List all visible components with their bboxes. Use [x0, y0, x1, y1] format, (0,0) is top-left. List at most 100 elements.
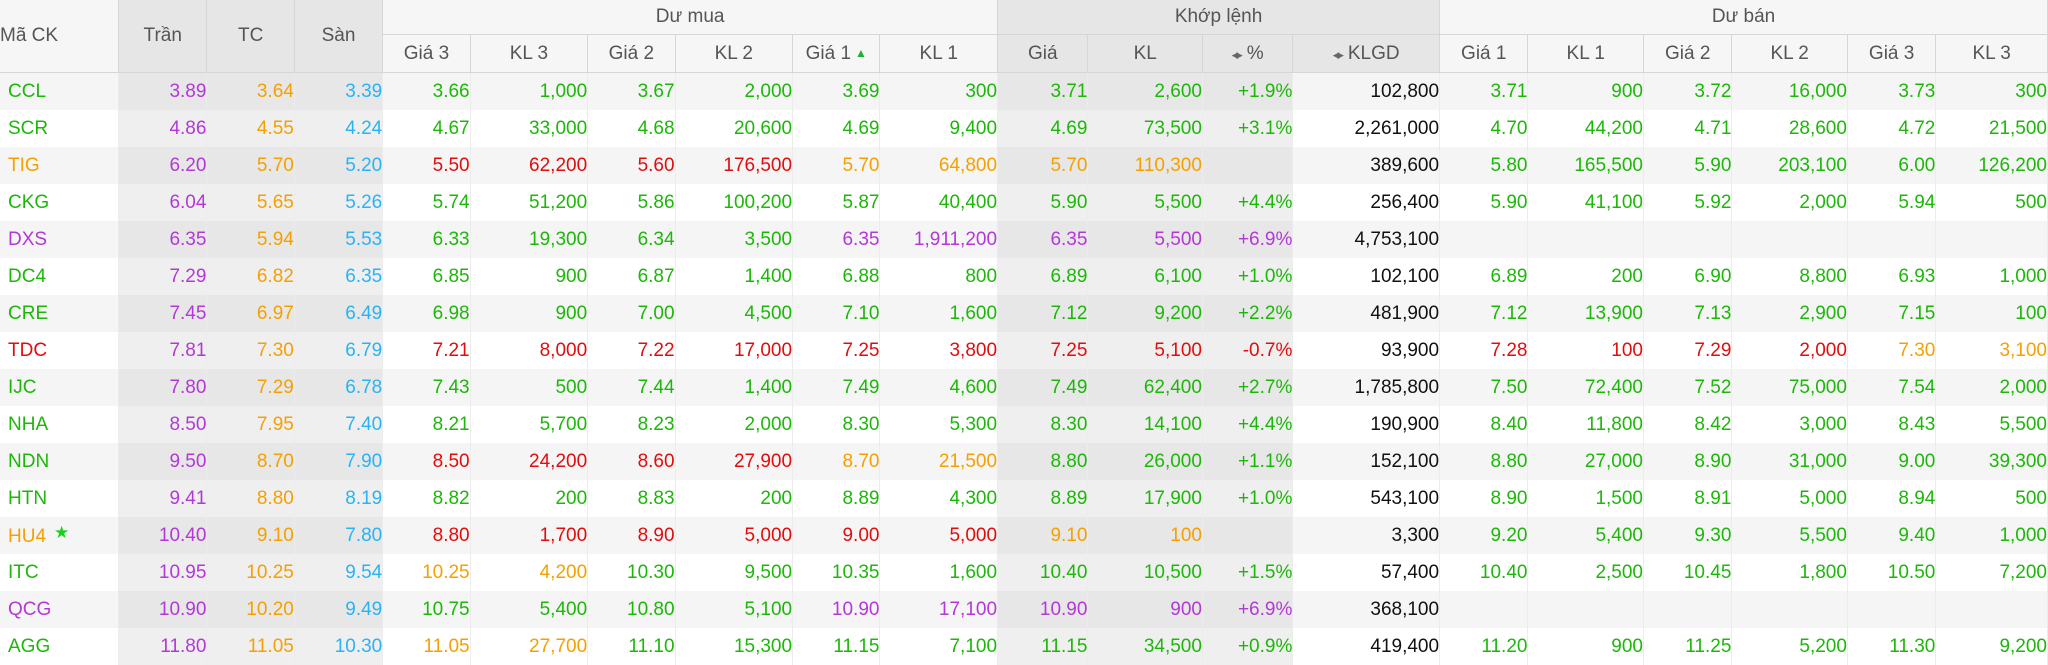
bid-vol-1[interactable]: 7,100 [880, 628, 998, 665]
table-row[interactable]: NHA8.507.957.408.215,7008.232,0008.305,3… [0, 406, 2048, 443]
bid-vol-3[interactable]: 500 [470, 369, 588, 406]
ask-vol-3[interactable]: 39,300 [1936, 443, 2048, 480]
ask-price-2[interactable]: 6.90 [1644, 258, 1732, 295]
header-sell-gia2[interactable]: Giá 2 [1644, 35, 1732, 73]
bid-price-2[interactable]: 6.34 [588, 221, 675, 258]
bid-price-2[interactable]: 5.60 [588, 147, 675, 184]
toggle-arrows-icon[interactable]: ◂▸ [1232, 47, 1241, 63]
table-row[interactable]: QCG10.9010.209.4910.755,40010.805,10010.… [0, 591, 2048, 628]
table-row[interactable]: AGG11.8011.0510.3011.0527,70011.1015,300… [0, 628, 2048, 665]
bid-vol-3[interactable]: 24,200 [470, 443, 588, 480]
ask-vol-1[interactable]: 27,000 [1528, 443, 1644, 480]
ask-price-1[interactable]: 5.80 [1440, 147, 1528, 184]
table-row[interactable]: HTN9.418.808.198.822008.832008.894,3008.… [0, 480, 2048, 517]
bid-vol-3[interactable]: 27,700 [470, 628, 588, 665]
ask-vol-3[interactable]: 21,500 [1936, 110, 2048, 147]
bid-price-3[interactable]: 6.85 [383, 258, 470, 295]
ask-vol-3[interactable]: 500 [1936, 480, 2048, 517]
bid-price-1[interactable]: 8.30 [793, 406, 880, 443]
bid-vol-1[interactable]: 1,600 [880, 554, 998, 591]
bid-price-3[interactable]: 6.33 [383, 221, 470, 258]
ask-vol-2[interactable] [1732, 221, 1848, 258]
bid-vol-2[interactable]: 27,900 [675, 443, 793, 480]
bid-price-1[interactable]: 11.15 [793, 628, 880, 665]
ask-vol-1[interactable]: 11,800 [1528, 406, 1644, 443]
bid-vol-3[interactable]: 5,700 [470, 406, 588, 443]
bid-price-1[interactable]: 5.70 [793, 147, 880, 184]
bid-price-1[interactable]: 6.88 [793, 258, 880, 295]
bid-vol-1[interactable]: 800 [880, 258, 998, 295]
header-match-klgd[interactable]: ◂▸KLGD [1293, 35, 1440, 73]
ask-price-2[interactable]: 11.25 [1644, 628, 1732, 665]
bid-price-1[interactable]: 8.70 [793, 443, 880, 480]
header-match-kl[interactable]: KL [1088, 35, 1203, 73]
header-buy-gia3[interactable]: Giá 3 [383, 35, 470, 73]
bid-price-1[interactable]: 5.87 [793, 184, 880, 221]
ask-price-3[interactable]: 7.54 [1847, 369, 1935, 406]
bid-vol-3[interactable]: 5,400 [470, 591, 588, 628]
ask-vol-1[interactable]: 900 [1528, 628, 1644, 665]
ask-vol-1[interactable]: 13,900 [1528, 295, 1644, 332]
ask-vol-2[interactable]: 2,900 [1732, 295, 1848, 332]
ask-vol-3[interactable]: 7,200 [1936, 554, 2048, 591]
symbol-cell[interactable]: DC4 [0, 258, 119, 295]
bid-price-3[interactable]: 11.05 [383, 628, 470, 665]
ask-vol-1[interactable]: 44,200 [1528, 110, 1644, 147]
bid-price-1[interactable]: 10.35 [793, 554, 880, 591]
ask-price-2[interactable]: 7.13 [1644, 295, 1732, 332]
bid-price-3[interactable]: 5.74 [383, 184, 470, 221]
bid-vol-2[interactable]: 5,100 [675, 591, 793, 628]
ask-price-3[interactable]: 5.94 [1847, 184, 1935, 221]
bid-price-1[interactable]: 3.69 [793, 73, 880, 111]
bid-vol-1[interactable]: 1,911,200 [880, 221, 998, 258]
header-san[interactable]: Sàn [294, 0, 382, 73]
symbol-text[interactable]: HTN [8, 488, 47, 509]
header-buy-gia1[interactable]: Giá 1▲ [793, 35, 880, 73]
ask-price-1[interactable]: 7.50 [1440, 369, 1528, 406]
symbol-cell[interactable]: CRE [0, 295, 119, 332]
bid-vol-2[interactable]: 176,500 [675, 147, 793, 184]
symbol-text[interactable]: TIG [8, 155, 40, 176]
ask-vol-2[interactable]: 1,800 [1732, 554, 1848, 591]
bid-vol-3[interactable]: 8,000 [470, 332, 588, 369]
table-row[interactable]: CKG6.045.655.265.7451,2005.86100,2005.87… [0, 184, 2048, 221]
bid-price-2[interactable]: 8.83 [588, 480, 675, 517]
bid-vol-3[interactable]: 1,000 [470, 73, 588, 111]
ask-vol-2[interactable]: 31,000 [1732, 443, 1848, 480]
symbol-cell[interactable]: CKG [0, 184, 119, 221]
ask-vol-2[interactable]: 5,000 [1732, 480, 1848, 517]
bid-price-2[interactable]: 11.10 [588, 628, 675, 665]
ask-price-1[interactable]: 8.40 [1440, 406, 1528, 443]
header-sell-gia3[interactable]: Giá 3 [1847, 35, 1935, 73]
ask-price-2[interactable]: 7.52 [1644, 369, 1732, 406]
symbol-text[interactable]: HU4 [8, 526, 46, 547]
bid-price-3[interactable]: 10.25 [383, 554, 470, 591]
bid-price-1[interactable]: 7.25 [793, 332, 880, 369]
header-buy-kl1[interactable]: KL 1 [880, 35, 998, 73]
table-row[interactable]: NDN9.508.707.908.5024,2008.6027,9008.702… [0, 443, 2048, 480]
bid-vol-2[interactable]: 3,500 [675, 221, 793, 258]
bid-price-2[interactable]: 8.90 [588, 517, 675, 554]
ask-vol-1[interactable]: 5,400 [1528, 517, 1644, 554]
symbol-text[interactable]: ITC [8, 562, 39, 583]
bid-price-3[interactable]: 3.66 [383, 73, 470, 111]
bid-vol-1[interactable]: 40,400 [880, 184, 998, 221]
symbol-cell[interactable]: QCG [0, 591, 119, 628]
bid-price-3[interactable]: 8.82 [383, 480, 470, 517]
ask-vol-3[interactable]: 1,000 [1936, 258, 2048, 295]
ask-price-3[interactable]: 7.15 [1847, 295, 1935, 332]
ask-vol-3[interactable]: 126,200 [1936, 147, 2048, 184]
bid-price-3[interactable]: 10.75 [383, 591, 470, 628]
bid-price-3[interactable]: 6.98 [383, 295, 470, 332]
ask-price-1[interactable]: 5.90 [1440, 184, 1528, 221]
ask-price-1[interactable] [1440, 221, 1528, 258]
ask-price-1[interactable]: 6.89 [1440, 258, 1528, 295]
bid-price-3[interactable]: 8.21 [383, 406, 470, 443]
table-row[interactable]: DC47.296.826.356.859006.871,4006.888006.… [0, 258, 2048, 295]
symbol-cell[interactable]: CCL [0, 73, 119, 111]
header-ma-ck[interactable]: Mã CK [0, 0, 119, 73]
ask-price-3[interactable]: 9.00 [1847, 443, 1935, 480]
bid-vol-3[interactable]: 33,000 [470, 110, 588, 147]
symbol-cell[interactable]: IJC [0, 369, 119, 406]
bid-price-3[interactable]: 7.43 [383, 369, 470, 406]
